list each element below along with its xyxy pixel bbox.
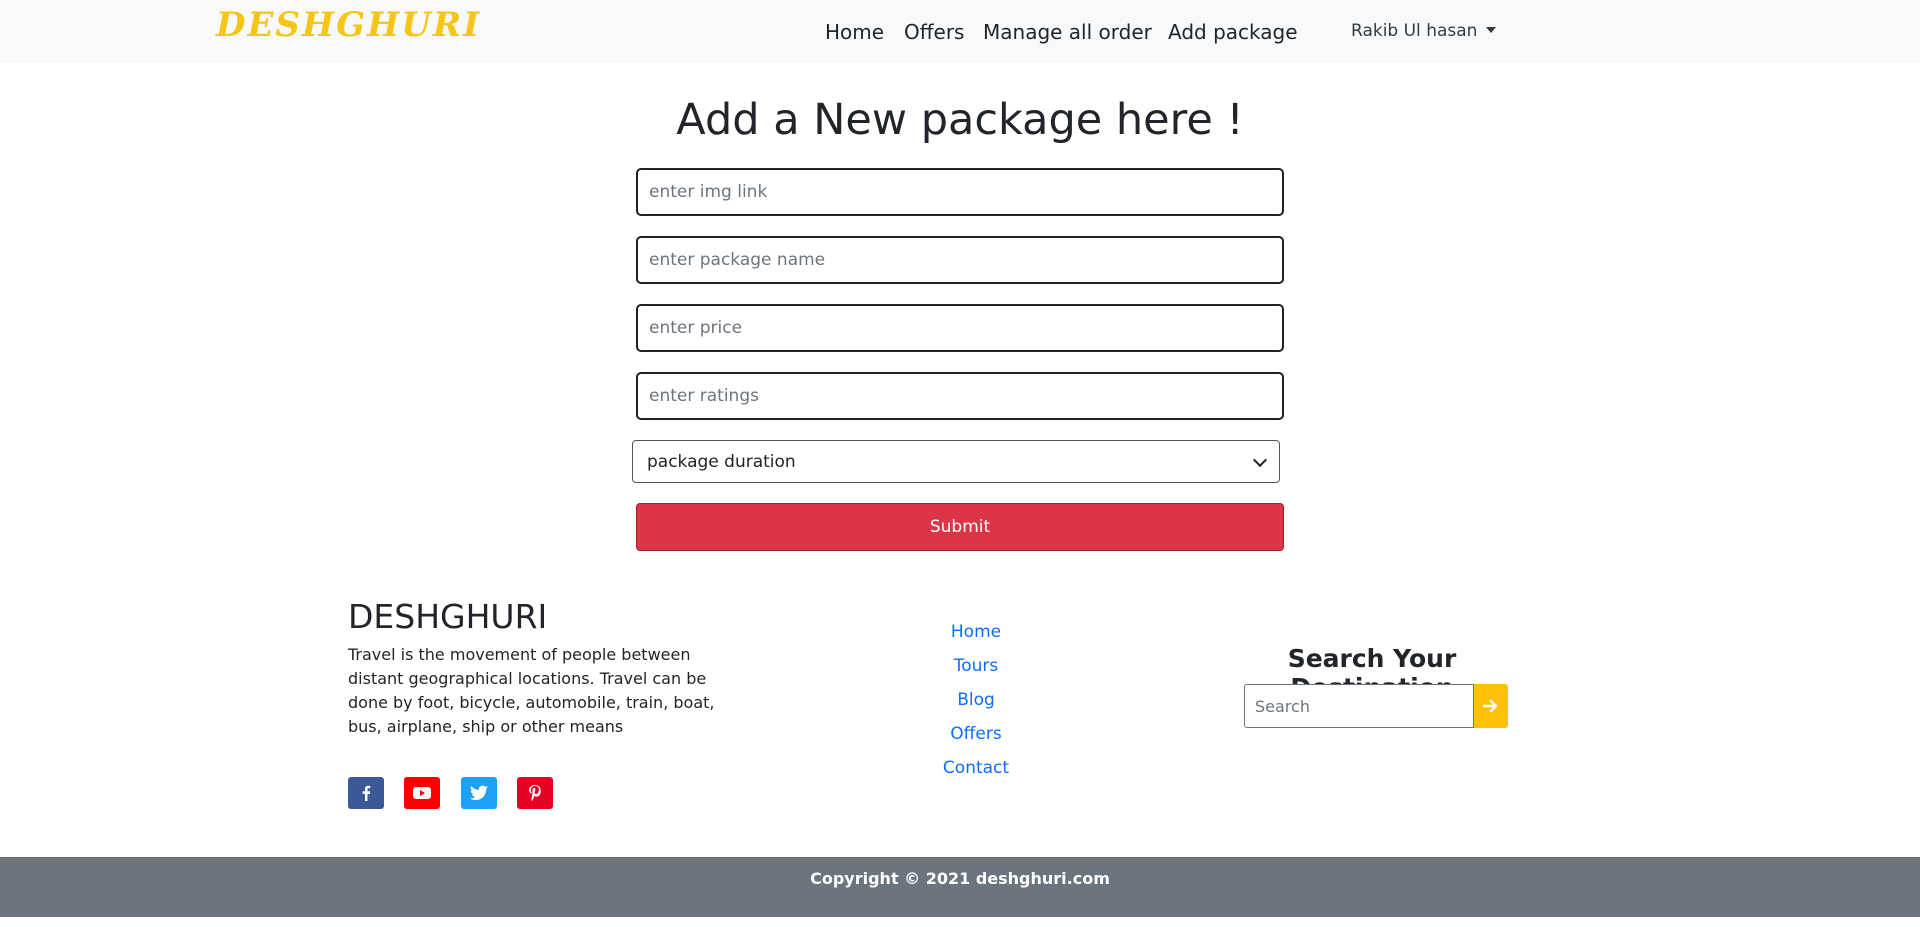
facebook-icon[interactable] xyxy=(348,777,384,809)
nav-home[interactable]: Home xyxy=(825,20,884,44)
nav-add-package[interactable]: Add package xyxy=(1168,20,1298,44)
footer-description: Travel is the movement of people between… xyxy=(348,645,715,736)
footer-link-blog[interactable]: Blog xyxy=(900,690,1052,710)
user-dropdown[interactable]: Rakib Ul hasan xyxy=(1351,21,1497,41)
footer-link-offers[interactable]: Offers xyxy=(900,724,1052,744)
price-input[interactable] xyxy=(636,304,1284,352)
footer-link-tours[interactable]: Tours xyxy=(900,656,1052,676)
caret-down-icon xyxy=(1486,27,1497,33)
navbar: DESHGHURI Home Offers Manage all order A… xyxy=(0,0,1920,63)
submit-button[interactable]: Submit xyxy=(636,503,1284,551)
twitter-icon[interactable] xyxy=(461,777,497,809)
youtube-icon[interactable] xyxy=(404,777,440,809)
duration-select[interactable]: package duration xyxy=(632,440,1280,483)
package-name-input[interactable] xyxy=(636,236,1284,284)
copyright-text: Copyright © 2021 deshghuri.com xyxy=(810,869,1110,888)
search-input[interactable] xyxy=(1244,684,1474,728)
ratings-input[interactable] xyxy=(636,372,1284,420)
duration-select-value: package duration xyxy=(647,451,796,472)
nav-offers[interactable]: Offers xyxy=(904,20,964,44)
pinterest-icon[interactable] xyxy=(517,777,553,809)
footer-link-home[interactable]: Home xyxy=(900,622,1052,642)
img-link-input[interactable] xyxy=(636,168,1284,216)
footer-link-contact[interactable]: Contact xyxy=(900,758,1052,778)
page-title: Add a New package here ! xyxy=(676,95,1244,145)
user-name: Rakib Ul hasan xyxy=(1351,21,1478,41)
nav-manage-all-order[interactable]: Manage all order xyxy=(983,20,1152,44)
brand-logo[interactable]: DESHGHURI xyxy=(216,5,481,45)
chevron-down-icon xyxy=(1252,452,1268,467)
search-button[interactable] xyxy=(1474,684,1508,728)
arrow-right-icon xyxy=(1483,699,1498,713)
footer-brand: DESHGHURI xyxy=(348,597,548,636)
